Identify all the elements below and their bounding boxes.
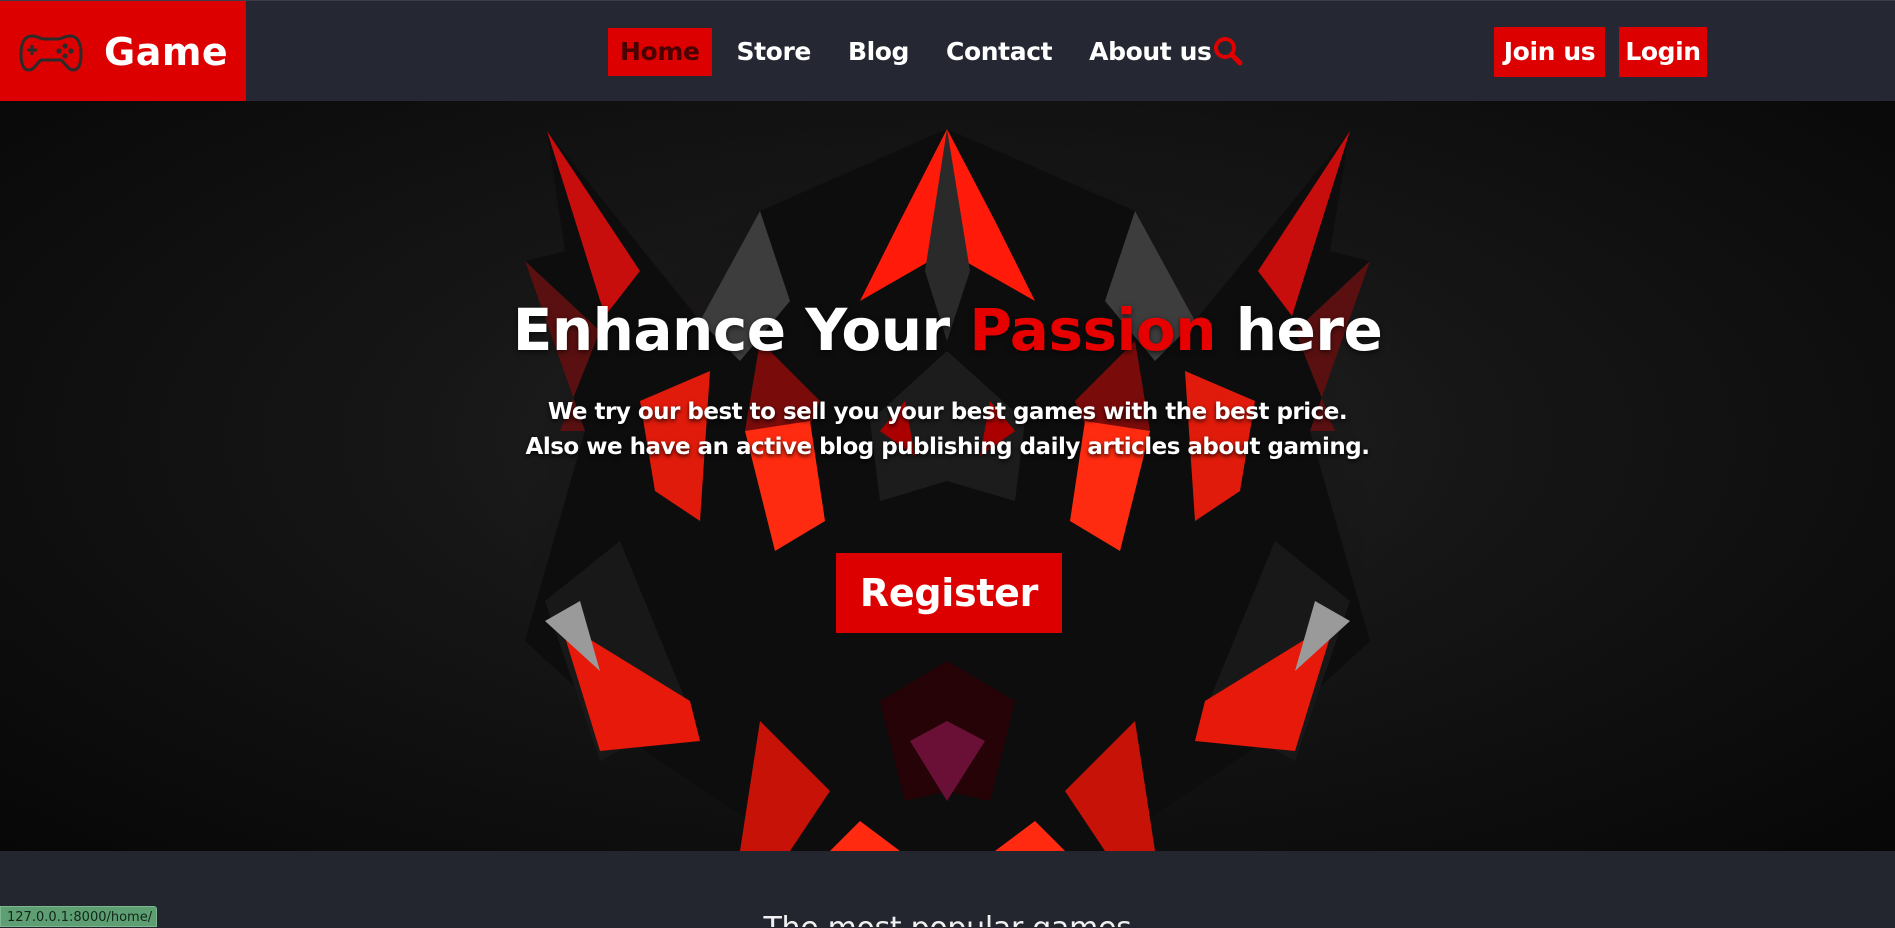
nav-blog[interactable]: Blog	[836, 28, 921, 76]
nav-contact[interactable]: Contact	[934, 28, 1064, 76]
brand-name: Game	[104, 29, 229, 74]
section-title: The most popular games	[0, 911, 1895, 927]
search-icon[interactable]	[1213, 36, 1243, 66]
nav-store[interactable]: Store	[725, 28, 823, 76]
hero-title-accent: Passion	[969, 296, 1217, 364]
nav-about-us[interactable]: About us	[1077, 28, 1223, 76]
nav-home[interactable]: Home	[608, 28, 712, 76]
hero-banner: Enhance Your Passion here We try our bes…	[0, 101, 1895, 851]
status-bar-url: 127.0.0.1:8000/home/	[0, 906, 157, 927]
hero-background-art	[517, 121, 1377, 851]
top-navbar: Game Home Store Blog Contact About us Jo…	[0, 0, 1895, 102]
register-button[interactable]: Register	[836, 553, 1062, 633]
hero-subtitle: We try our best to sell you your best ga…	[0, 395, 1895, 465]
popular-games-section: The most popular games	[0, 851, 1895, 927]
hero-title: Enhance Your Passion here	[0, 296, 1895, 364]
hero-title-start: Enhance Your	[512, 296, 970, 364]
hero-subtitle-line-2: Also we have an active blog publishing d…	[525, 434, 1370, 460]
login-button[interactable]: Login	[1619, 27, 1707, 77]
hero-title-end: here	[1216, 296, 1383, 364]
main-nav: Home Store Blog Contact About us	[608, 28, 1237, 76]
hero-subtitle-line-1: We try our best to sell you your best ga…	[547, 399, 1348, 425]
brand-logo[interactable]: Game	[0, 1, 246, 102]
join-us-button[interactable]: Join us	[1494, 27, 1605, 77]
gamepad-icon	[18, 29, 86, 75]
